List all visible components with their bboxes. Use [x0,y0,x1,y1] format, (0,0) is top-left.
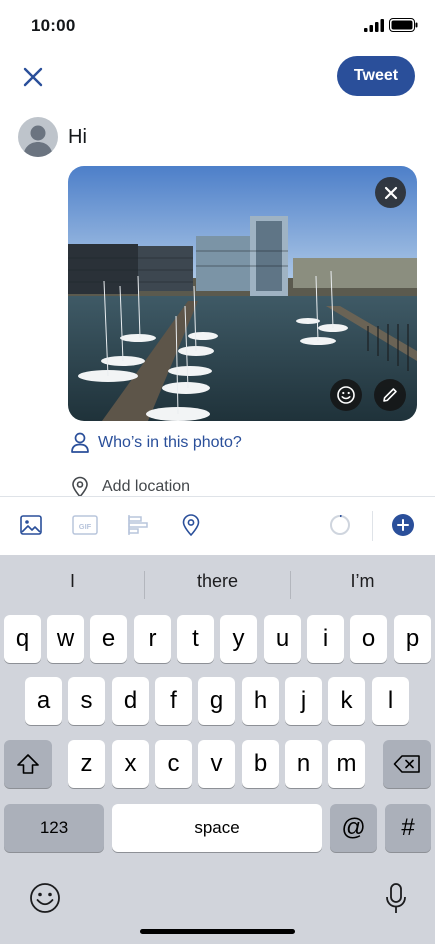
suggestion-1[interactable]: I [0,571,145,592]
at-key[interactable]: @ [330,804,377,852]
add-location-toolbar-button[interactable] [177,511,205,539]
toolbar-divider [372,511,373,541]
key-l[interactable]: l [372,677,409,725]
key-p[interactable]: p [394,615,431,663]
tweet-text-input[interactable]: Hi [68,126,87,149]
sticker-button[interactable] [330,379,362,411]
key-w[interactable]: w [47,615,84,663]
remove-photo-button[interactable] [375,177,406,208]
battery-icon [389,18,418,32]
plus-circle-icon [392,514,414,536]
suggestion-3[interactable]: I’m [290,571,435,592]
key-e[interactable]: e [90,615,127,663]
poll-icon [128,515,148,535]
cellular-signal-icon [364,19,384,32]
tag-people-label: Who’s in this photo? [98,434,242,451]
location-pin-icon [72,476,88,498]
key-j[interactable]: j [285,677,322,725]
key-i[interactable]: i [307,615,344,663]
gif-icon: GIF [72,515,98,535]
add-tweet-thread-button[interactable] [389,511,417,539]
key-z[interactable]: z [68,740,105,788]
person-icon [71,432,89,453]
key-h[interactable]: h [242,677,279,725]
key-m[interactable]: m [328,740,365,788]
add-location-label: Add location [102,478,191,495]
progress-ring-icon [330,514,350,535]
backspace-key[interactable] [383,740,431,788]
compose-toolbar: GIF [0,496,435,555]
key-a[interactable]: a [25,677,62,725]
key-q[interactable]: q [4,615,41,663]
key-y[interactable]: y [220,615,257,663]
avatar[interactable] [18,117,58,157]
suggestion-2[interactable]: there [145,571,290,592]
microphone-icon[interactable] [384,882,408,916]
key-o[interactable]: o [350,615,387,663]
add-poll-button[interactable] [124,511,152,539]
close-icon [384,186,397,199]
image-icon [20,515,42,535]
harbor-photo-image [68,166,417,421]
key-u[interactable]: u [264,615,301,663]
key-t[interactable]: t [177,615,214,663]
pencil-icon [383,388,397,402]
numbers-key[interactable]: 123 [4,804,104,852]
key-n[interactable]: n [285,740,322,788]
tag-people-link[interactable]: Who’s in this photo? [70,430,242,456]
home-indicator [140,929,295,934]
edit-photo-button[interactable] [374,379,406,411]
add-gif-button[interactable]: GIF [71,511,99,539]
location-pin-icon [182,514,200,537]
default-avatar-icon [23,125,53,157]
close-icon[interactable] [20,64,46,90]
shift-key[interactable] [4,740,52,788]
smiley-icon [337,386,355,404]
backspace-icon [393,755,420,773]
key-x[interactable]: x [112,740,149,788]
key-s[interactable]: s [68,677,105,725]
attached-photo[interactable] [68,166,417,421]
key-k[interactable]: k [328,677,365,725]
key-d[interactable]: d [112,677,149,725]
shift-arrow-icon [17,754,39,774]
space-key[interactable]: space [112,804,322,852]
keyboard: I there I’m q w e r t y u i o p a s d f … [0,555,435,944]
emoji-keyboard-icon[interactable] [29,882,61,914]
key-c[interactable]: c [155,740,192,788]
tweet-button[interactable]: Tweet [337,56,415,96]
key-g[interactable]: g [198,677,235,725]
status-time: 10:00 [31,16,76,35]
key-b[interactable]: b [242,740,279,788]
hash-key[interactable]: # [385,804,431,852]
key-f[interactable]: f [155,677,192,725]
key-r[interactable]: r [134,615,171,663]
character-count-ring [326,511,354,539]
svg-text:GIF: GIF [79,522,92,531]
add-image-button[interactable] [17,511,45,539]
key-v[interactable]: v [198,740,235,788]
